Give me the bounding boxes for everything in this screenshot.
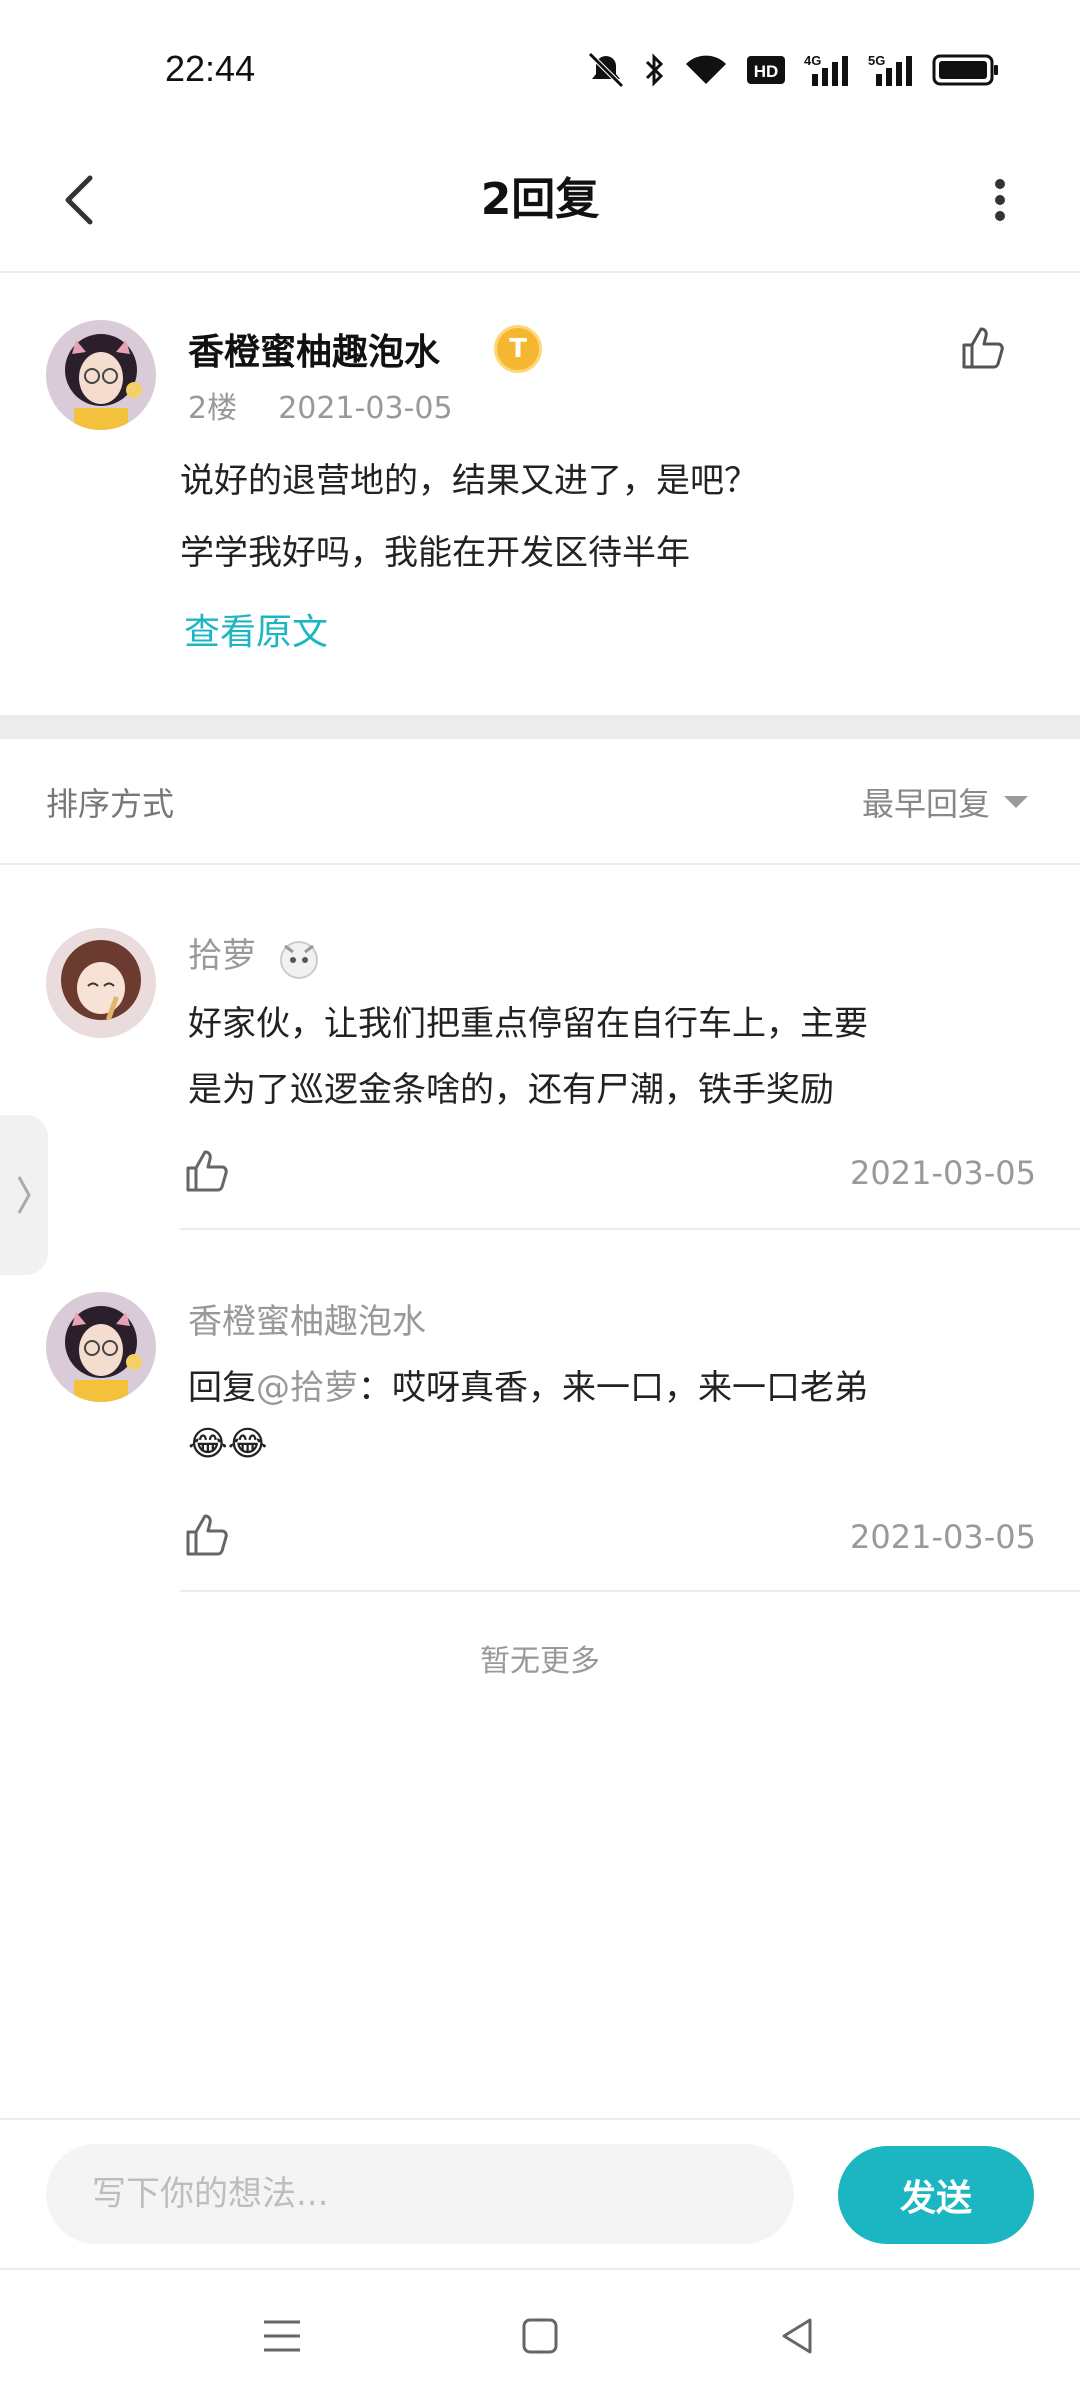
reply-date: 2021-03-05 (850, 1518, 1036, 1556)
bluetooth-icon (644, 52, 666, 88)
level-badge: T (494, 325, 542, 373)
net2-label: 5G (868, 53, 885, 68)
reply-date: 2021-03-05 (850, 1154, 1036, 1192)
character-badge-icon (279, 940, 318, 979)
send-button[interactable]: 发送 (838, 2146, 1034, 2244)
comment-input-bar: 发送 (0, 2118, 1080, 2270)
reply-text-line-2: 是为了巡逻金条啥的，还有尸潮，铁手奖励 (188, 1070, 834, 1110)
section-divider (0, 715, 1080, 739)
menu-icon (264, 2320, 300, 2352)
back-nav-button[interactable] (762, 2300, 834, 2372)
view-original-link[interactable]: 查看原文 (184, 603, 328, 655)
top-bar: 2回复 (0, 130, 1080, 273)
like-icon[interactable] (182, 1510, 232, 1560)
signal-5g-icon: 5G (868, 52, 914, 88)
signal-4g-icon: 4G (804, 52, 850, 88)
sort-label: 排序方式 (46, 785, 175, 823)
reply-text-line-1: 回复@拾萝：哎呀真香，来一口，来一口老弟 (188, 1360, 868, 1409)
home-nav-button[interactable] (504, 2300, 576, 2372)
reply-author-name: 拾萝 (188, 936, 256, 976)
reply-divider (180, 1590, 1080, 1592)
reply-item: 拾萝 好家伙，让我们把重点停留在自行车上，主要 是为了巡逻金条啥的，还有尸潮，铁… (0, 868, 1080, 1230)
net1-label: 4G (804, 53, 821, 68)
reply-avatar[interactable] (46, 928, 156, 1038)
author-avatar[interactable] (46, 320, 156, 430)
sort-bar: 排序方式 最早回复 (0, 739, 1080, 865)
reply-item: 香橙蜜柚趣泡水 回复@拾萝：哎呀真香，来一口，来一口老弟 😂😂 2021-03-… (0, 1230, 1080, 1592)
main-post: 香橙蜜柚趣泡水 T 2楼 2021-03-05 说好的退营地的，结果又进了，是吧… (0, 275, 1080, 715)
wifi-icon (684, 52, 728, 88)
status-bar: 22:44 HD 4G 5G (0, 0, 1080, 130)
battery-icon (932, 52, 1000, 88)
avatar-image (46, 928, 156, 1038)
more-options-button[interactable] (960, 160, 1040, 240)
reply-prefix: 回复 (188, 1368, 256, 1408)
avatar-image (46, 320, 156, 430)
reply-text-line-2: 😂😂 (188, 1424, 268, 1464)
like-icon[interactable] (182, 1146, 232, 1196)
status-time: 22:44 (165, 48, 256, 89)
reply-avatar[interactable] (46, 1292, 156, 1402)
hd-icon: HD (746, 52, 786, 88)
chevron-down-icon (1004, 796, 1028, 808)
home-square-icon (522, 2318, 558, 2354)
post-line-1: 说好的退营地的，结果又进了，是吧？ (180, 461, 758, 501)
back-triangle-icon (782, 2318, 812, 2354)
reply-author[interactable]: 拾萝 (188, 928, 323, 982)
reply-separator: ： (358, 1368, 392, 1408)
status-icons: HD 4G 5G (586, 52, 1000, 88)
page-title: 2回复 (480, 174, 600, 225)
comment-input[interactable] (46, 2144, 794, 2244)
like-icon[interactable] (958, 323, 1008, 373)
post-date: 2021-03-05 (278, 391, 453, 426)
mention-link[interactable]: @拾萝 (256, 1368, 358, 1408)
more-vertical-icon (995, 179, 1005, 221)
no-more-label: 暂无更多 (480, 1644, 600, 1679)
menu-nav-button[interactable] (246, 2300, 318, 2372)
reply-author[interactable]: 香橙蜜柚趣泡水 (188, 1294, 426, 1343)
system-nav-bar (0, 2272, 1080, 2400)
avatar-image (46, 1292, 156, 1402)
post-line-2: 学学我好吗，我能在开发区待半年 (180, 533, 690, 573)
hd-label: HD (754, 62, 779, 81)
sort-value: 最早回复 (861, 785, 990, 823)
floor-number: 2楼 (188, 391, 238, 426)
reply-text-line-1: 好家伙，让我们把重点停留在自行车上，主要 (188, 1004, 868, 1044)
mute-icon (586, 52, 626, 88)
author-name[interactable]: 香橙蜜柚趣泡水 (188, 323, 440, 375)
reply-content: 哎呀真香，来一口，来一口老弟 (392, 1368, 868, 1408)
sort-dropdown[interactable]: 最早回复 (862, 779, 1028, 825)
post-meta: 2楼 2021-03-05 (188, 383, 453, 427)
